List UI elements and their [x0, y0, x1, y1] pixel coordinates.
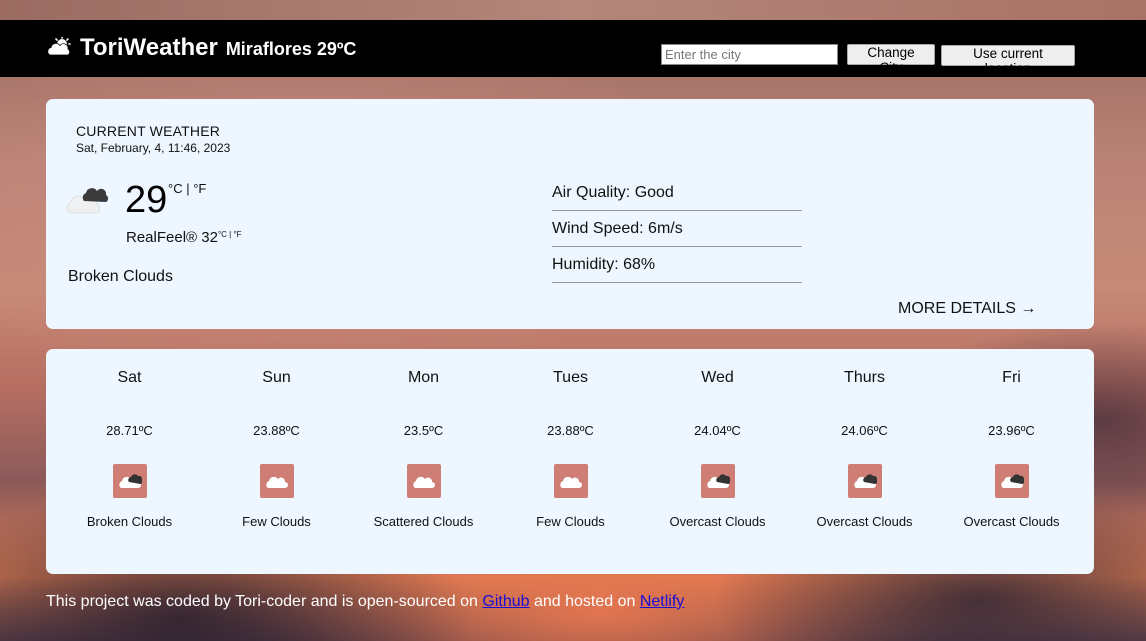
forecast-day-name: Tues [553, 369, 588, 386]
forecast-day-name: Fri [1002, 369, 1021, 386]
forecast-day: Mon 23.5ºC Scattered Clouds [350, 349, 497, 574]
broken-clouds-icon [112, 464, 147, 498]
forecast-temp: 28.71ºC [106, 423, 153, 438]
forecast-temp: 23.88ºC [547, 423, 594, 438]
netlify-link[interactable]: Netlify [640, 593, 684, 610]
humidity: Humidity: 68% [552, 256, 802, 283]
current-date: Sat, February, 4, 11:46, 2023 [76, 141, 231, 155]
forecast-day: Tues 23.88ºC Few Clouds [497, 349, 644, 574]
footer-text-middle: and hosted on [529, 593, 640, 610]
realfeel-units: °C | °F [217, 230, 242, 239]
temperature-unit-toggle[interactable]: °C | °F [168, 181, 206, 196]
brand: ToriWeather Miraflores 29ºC [46, 34, 356, 62]
forecast-description: Overcast Clouds [669, 514, 766, 529]
broken-clouds-icon [66, 188, 109, 214]
forecast-description: Overcast Clouds [963, 514, 1060, 529]
current-weather-card: CURRENT WEATHER Sat, February, 4, 11:46,… [46, 99, 1094, 329]
forecast-description: Broken Clouds [86, 514, 173, 529]
realfeel-value: RealFeel® 32 [126, 229, 218, 246]
overcast-clouds-icon [994, 464, 1029, 498]
forecast-temp: 24.04ºC [694, 423, 741, 438]
few-clouds-icon [553, 464, 588, 498]
forecast-day: Thurs 24.06ºC Overcast Clouds [791, 349, 938, 574]
forecast-day: Fri 23.96ºC Overcast Clouds [938, 349, 1085, 574]
forecast-day-name: Sun [262, 369, 291, 386]
forecast-day-name: Thurs [844, 369, 885, 386]
forecast-day: Wed 24.04ºC Overcast Clouds [644, 349, 791, 574]
few-clouds-icon [259, 464, 294, 498]
brand-name: ToriWeather [80, 34, 218, 61]
header-city-temp: Miraflores 29ºC [225, 39, 357, 59]
current-weather-title: CURRENT WEATHER [76, 123, 221, 139]
github-link[interactable]: Github [482, 593, 529, 610]
realfeel: RealFeel® 32°C | °F [126, 229, 242, 246]
overcast-clouds-icon [700, 464, 735, 498]
forecast-temp: 23.5ºC [403, 423, 444, 438]
overcast-clouds-icon [847, 464, 882, 498]
forecast-day-name: Mon [407, 369, 440, 386]
wind-speed: Wind Speed: 6m/s [552, 220, 802, 247]
more-details-link[interactable]: MORE DETAILS → [898, 300, 1036, 318]
forecast-description: Few Clouds [536, 514, 605, 529]
forecast-description: Overcast Clouds [816, 514, 913, 529]
cloud-sun-icon [47, 37, 71, 56]
footer-text: This project was coded by Tori-coder and… [46, 593, 483, 610]
forecast-card: Sat 28.71ºC Broken Clouds Sun 23.88ºC Fe… [46, 349, 1094, 574]
footer: This project was coded by Tori-coder and… [46, 593, 684, 611]
forecast-temp: 24.06ºC [841, 423, 888, 438]
app-header: ToriWeather Miraflores 29ºC Change City … [0, 20, 1146, 77]
top-background-strip [0, 0, 1146, 20]
forecast-day-name: Wed [701, 369, 734, 386]
forecast-day: Sat 28.71ºC Broken Clouds [56, 349, 203, 574]
forecast-description: Few Clouds [242, 514, 311, 529]
forecast-description: Scattered Clouds [373, 514, 474, 529]
forecast-temp: 23.96ºC [988, 423, 1035, 438]
use-current-location-button[interactable]: Use current location [941, 45, 1075, 76]
forecast-temp: 23.88ºC [253, 423, 300, 438]
scattered-clouds-icon [406, 464, 441, 498]
change-city-button[interactable]: Change City [847, 44, 935, 75]
city-search [661, 44, 838, 65]
forecast-day: Sun 23.88ºC Few Clouds [203, 349, 350, 574]
air-quality: Air Quality: Good [552, 184, 802, 211]
forecast-day-name: Sat [117, 369, 142, 386]
current-temperature: 29 [125, 179, 168, 221]
current-description: Broken Clouds [68, 268, 173, 285]
city-search-input[interactable] [661, 44, 838, 65]
